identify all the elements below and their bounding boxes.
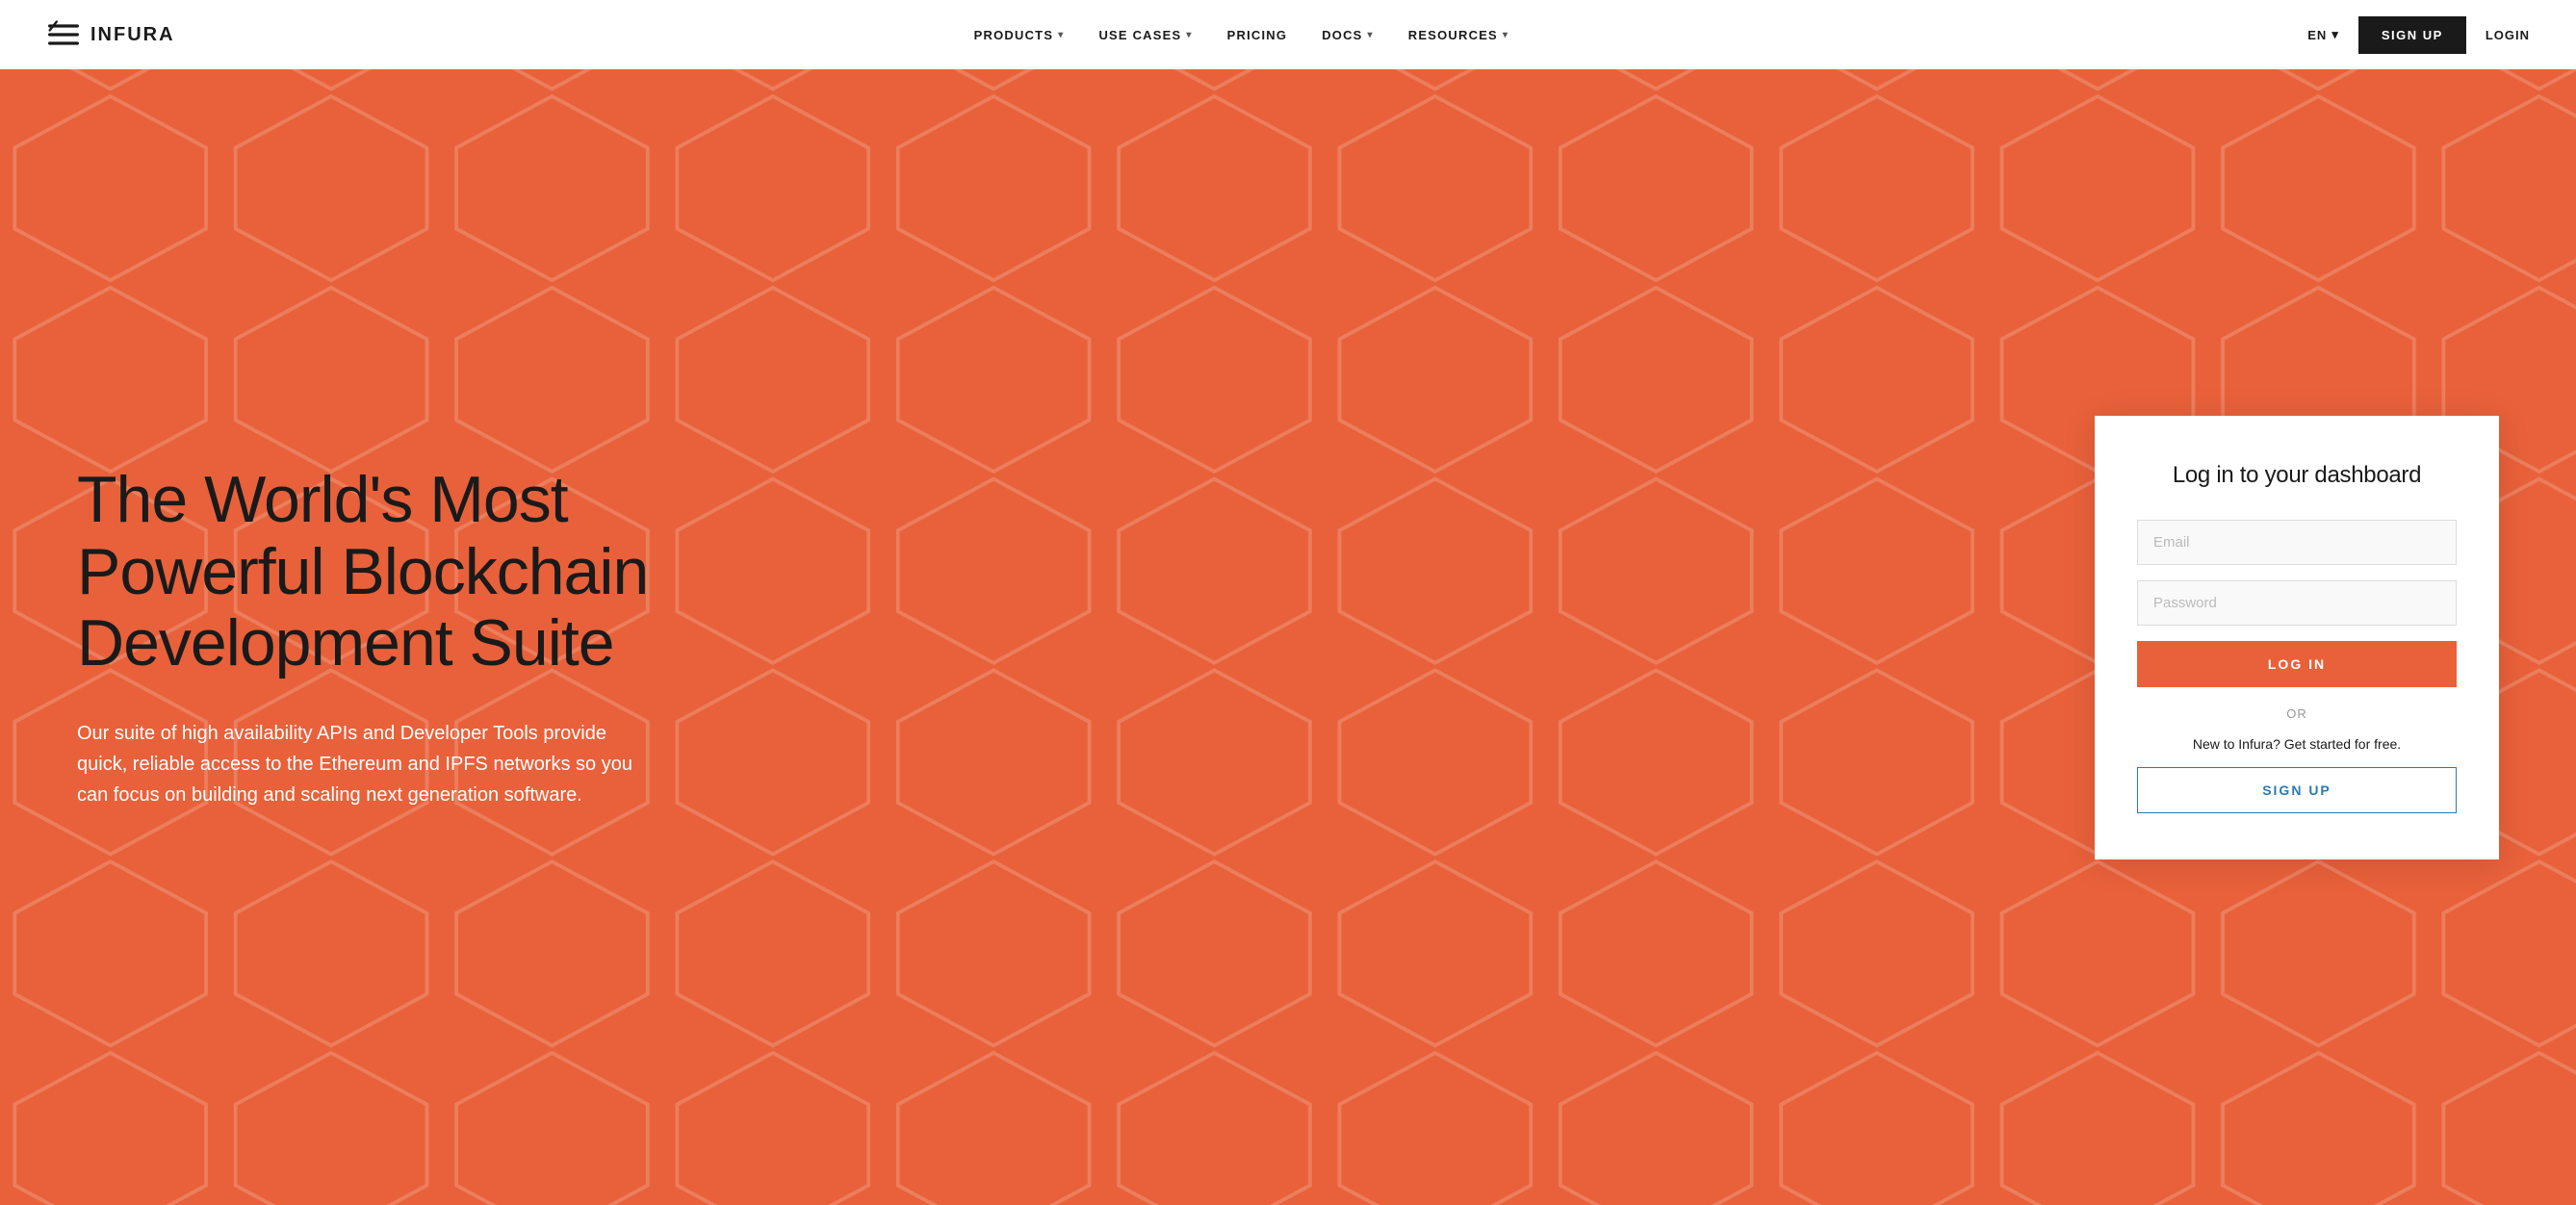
chevron-down-icon: ▾ [2331,27,2339,42]
navbar: INFURA PRODUCTS ▾ USE CASES ▾ PRICING DO… [0,0,2576,69]
hero-section: The World's Most Powerful Blockchain Dev… [0,69,2576,1205]
nav-use-cases[interactable]: USE CASES ▾ [1098,28,1192,42]
language-selector[interactable]: EN ▾ [2307,27,2339,42]
chevron-down-icon: ▾ [1368,30,1374,40]
hero-title: The World's Most Powerful Blockchain Dev… [77,464,751,679]
chevron-down-icon: ▾ [1186,30,1192,40]
chevron-down-icon: ▾ [1058,30,1064,40]
password-field[interactable] [2137,580,2457,626]
logo[interactable]: INFURA [46,17,175,52]
infura-logo-icon [46,17,81,52]
login-card: Log in to your dashboard LOG IN OR New t… [2095,416,2499,859]
login-card-title: Log in to your dashboard [2137,462,2457,489]
nav-docs[interactable]: DOCS ▾ [1322,28,1374,42]
signup-button[interactable]: SIGN UP [2137,767,2457,813]
nav-signup-button[interactable]: SIGN UP [2358,16,2466,54]
nav-links: PRODUCTS ▾ USE CASES ▾ PRICING DOCS ▾ RE… [974,28,1509,42]
new-user-text: New to Infura? Get started for free. [2137,736,2457,752]
email-field[interactable] [2137,520,2457,565]
or-divider: OR [2137,706,2457,721]
nav-resources[interactable]: RESOURCES ▾ [1408,28,1508,42]
chevron-down-icon: ▾ [1503,30,1508,40]
logo-text: INFURA [90,24,175,46]
login-button[interactable]: LOG IN [2137,641,2457,687]
nav-products[interactable]: PRODUCTS ▾ [974,28,1065,42]
nav-login-link[interactable]: LOGIN [2486,28,2530,42]
nav-right: EN ▾ SIGN UP LOGIN [2307,16,2530,54]
hero-content: The World's Most Powerful Blockchain Dev… [77,464,751,810]
hero-subtitle: Our suite of high availability APIs and … [77,718,635,810]
nav-pricing[interactable]: PRICING [1227,28,1288,42]
